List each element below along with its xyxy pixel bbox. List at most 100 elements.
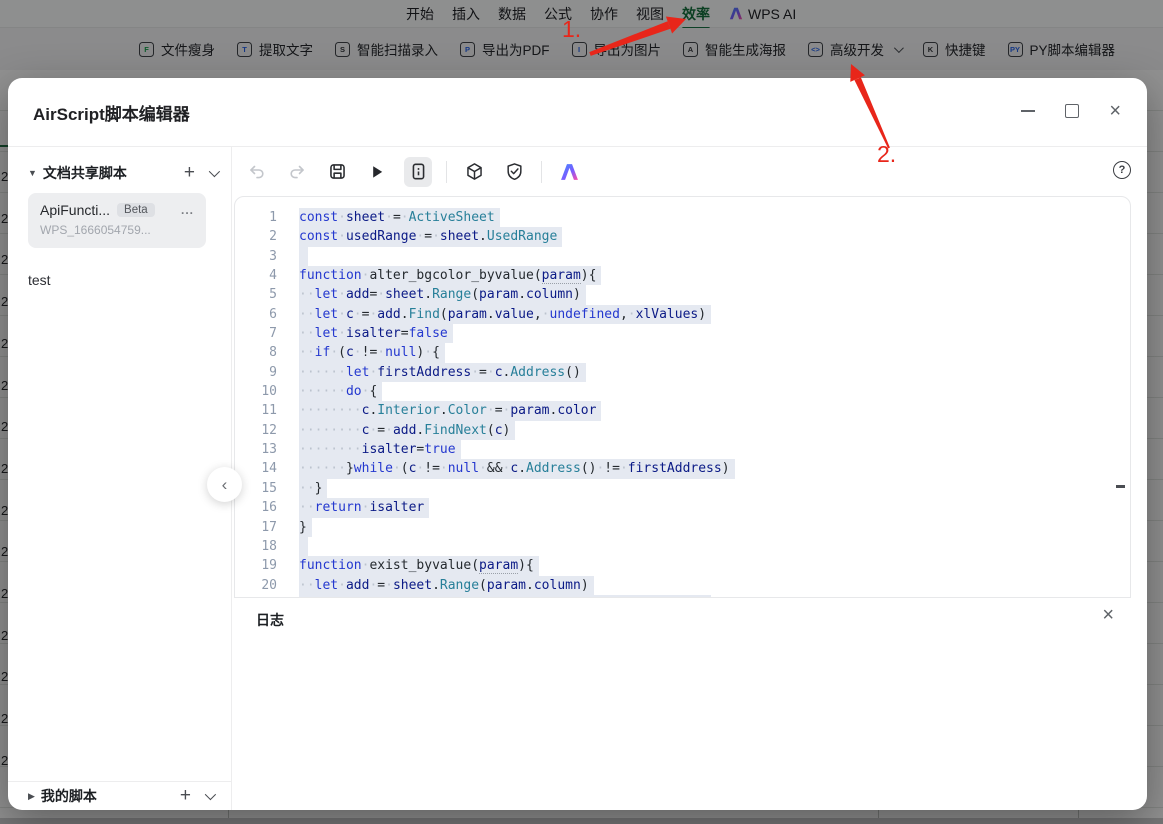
save-button[interactable]: [324, 159, 350, 185]
code-line: 13 ········isalter=true: [235, 440, 1130, 459]
code-line-content: ········c.Interior.Color·=·param.color: [299, 401, 601, 420]
more-options-icon[interactable]: ...: [181, 203, 194, 217]
code-line-content: ··let·add=·sheet.Range(param.column): [299, 285, 586, 304]
code-line-content: ··}: [299, 479, 327, 498]
selection-highlight: ··let·isalter=false: [299, 324, 453, 343]
add-script-icon[interactable]: +: [180, 787, 191, 805]
close-icon[interactable]: ×: [1102, 604, 1114, 627]
wps-ai-button[interactable]: [556, 159, 582, 185]
code-line-content: ········isalter=true: [299, 440, 461, 459]
package-cube-icon: [465, 162, 484, 181]
line-number: 19: [235, 556, 277, 575]
code-line: 7 ··let·isalter=false: [235, 324, 1130, 343]
code-line-content: ······do·{: [299, 382, 382, 401]
line-number: 11: [235, 401, 277, 420]
selection-highlight: ······do·{: [299, 382, 382, 401]
maximize-icon[interactable]: [1065, 104, 1079, 118]
code-line: 11 ········c.Interior.Color·=·param.color: [235, 401, 1130, 420]
minimize-icon[interactable]: [1021, 110, 1035, 112]
code-line-content: ······let·firstAddress·=·c.Address(): [299, 363, 586, 382]
script-subtitle: WPS_1666054759...: [40, 223, 194, 237]
chevron-down-icon[interactable]: [209, 166, 220, 177]
code-line-content: }: [299, 518, 312, 537]
line-number: 9: [235, 363, 277, 382]
window-controls: ×: [1021, 100, 1121, 122]
selection-highlight: const·sheet·=·ActiveSheet: [299, 208, 500, 227]
redo-button[interactable]: [284, 159, 310, 185]
code-line-content: ······}while·(c·!=·null·&&·c.Address()·!…: [299, 459, 735, 478]
line-number: 17: [235, 518, 277, 537]
selection-highlight: }: [299, 518, 312, 537]
wps-ai-logo-icon: [560, 163, 579, 181]
line-number: 16: [235, 498, 277, 517]
line-number: 2: [235, 227, 277, 246]
dialog-title: AirScript脚本编辑器: [33, 100, 190, 125]
script-sidebar: ▼ 文档共享脚本 + ApiFuncti... Beta ... WPS_166…: [8, 147, 232, 810]
shared-scripts-label: 文档共享脚本: [43, 163, 178, 183]
code-line: 15··}: [235, 479, 1130, 498]
line-number: 7: [235, 324, 277, 343]
selection-highlight: ········c·=·add.FindNext(c): [299, 421, 515, 440]
add-script-icon[interactable]: +: [184, 164, 195, 182]
undo-icon: [248, 163, 266, 181]
code-line: 19 function·exist_byvalue(param){: [235, 556, 1130, 575]
line-number: 4: [235, 266, 277, 285]
line-number: 18: [235, 537, 277, 556]
selection-highlight: ······}while·(c·!=·null·&&·c.Address()·!…: [299, 459, 735, 478]
selection-highlight: ··}: [299, 479, 327, 498]
script-list-item[interactable]: test: [28, 268, 51, 292]
code-line: 2 const·usedRange·=·sheet.UsedRange: [235, 227, 1130, 246]
security-check-button[interactable]: [501, 159, 527, 185]
code-line: 5··let·add=·sheet.Range(param.column): [235, 285, 1130, 304]
selection-highlight: ······let·firstAddress·=·c.Address(): [299, 363, 586, 382]
code-line-content: ··let·c·=·add.Find(param.value,·undefine…: [299, 305, 711, 324]
chevron-down-icon[interactable]: [205, 789, 216, 800]
selection-highlight: ··if·(c·!=·null)·{: [299, 343, 445, 362]
line-number: 12: [235, 421, 277, 440]
script-list-item-selected[interactable]: ApiFuncti... Beta ... WPS_1666054759...: [28, 193, 206, 248]
script-info-icon: [409, 162, 428, 181]
selection-highlight: ········isalter=true: [299, 440, 461, 459]
script-info-button[interactable]: [404, 157, 432, 187]
selection-highlight: ··let·add·=·sheet.Range(param.column): [299, 576, 594, 595]
line-number: 13: [235, 440, 277, 459]
code-line: 12 ········c·=·add.FindNext(c): [235, 421, 1130, 440]
code-line: 16··return·isalter: [235, 498, 1130, 517]
line-number: 20: [235, 576, 277, 595]
sidebar-collapse-button[interactable]: ‹: [207, 467, 242, 502]
code-line-content: const·usedRange·=·sheet.UsedRange: [299, 227, 562, 246]
script-card-row: ApiFuncti... Beta ...: [40, 202, 194, 218]
selection-highlight: [299, 537, 308, 556]
selection-highlight: ··let·c·=·add.Find(param.value,·undefine…: [299, 305, 711, 324]
editor-scrollbar-thumb[interactable]: [1116, 485, 1125, 488]
code-lines: 1 const·sheet·=·ActiveSheet 2 const·usedRan…: [235, 197, 1130, 598]
code-line: 18: [235, 537, 1130, 556]
code-line: 9 ······let·firstAddress·=·c.Address(): [235, 363, 1130, 382]
run-button[interactable]: [364, 159, 390, 185]
package-button[interactable]: [461, 159, 487, 185]
my-scripts-section-header[interactable]: ▶ 我的脚本 +: [8, 781, 231, 810]
selection-highlight: const·usedRange·=·sheet.UsedRange: [299, 227, 562, 246]
code-line: 4function·alter_bgcolor_byvalue(param){: [235, 266, 1130, 285]
help-button[interactable]: ?: [1113, 161, 1131, 179]
close-icon[interactable]: ×: [1109, 101, 1121, 121]
undo-button[interactable]: [244, 159, 270, 185]
code-line-content: const·sheet·=·ActiveSheet: [299, 208, 500, 227]
shared-scripts-section-header[interactable]: ▼ 文档共享脚本 +: [28, 160, 221, 186]
code-line-content: function·exist_byvalue(param){: [299, 556, 539, 575]
expand-triangle-icon: ▶: [28, 791, 35, 802]
dialog-header: AirScript脚本编辑器 ×: [8, 78, 1147, 147]
script-name: ApiFuncti...: [40, 202, 110, 218]
code-editor[interactable]: 1 const·sheet·=·ActiveSheet 2 const·usedRan…: [234, 196, 1131, 598]
collapse-triangle-icon: ▼: [28, 168, 37, 178]
editor-main-area: ? 1 const·sheet·=·ActiveSheet 2 const·usedR…: [232, 147, 1147, 810]
redo-icon: [288, 163, 306, 181]
line-number: 1: [235, 208, 277, 227]
toolbar-separator: [541, 161, 542, 183]
my-scripts-label: 我的脚本: [41, 786, 174, 806]
airscript-editor-dialog: AirScript脚本编辑器 × ▼ 文档共享脚本 + ApiFuncti...…: [8, 78, 1147, 810]
selection-highlight: [299, 247, 308, 266]
code-line: 3: [235, 247, 1130, 266]
code-line: 14······}while·(c·!=·null·&&·c.Address()…: [235, 459, 1130, 478]
code-line-content: ··let·isalter=false: [299, 324, 453, 343]
